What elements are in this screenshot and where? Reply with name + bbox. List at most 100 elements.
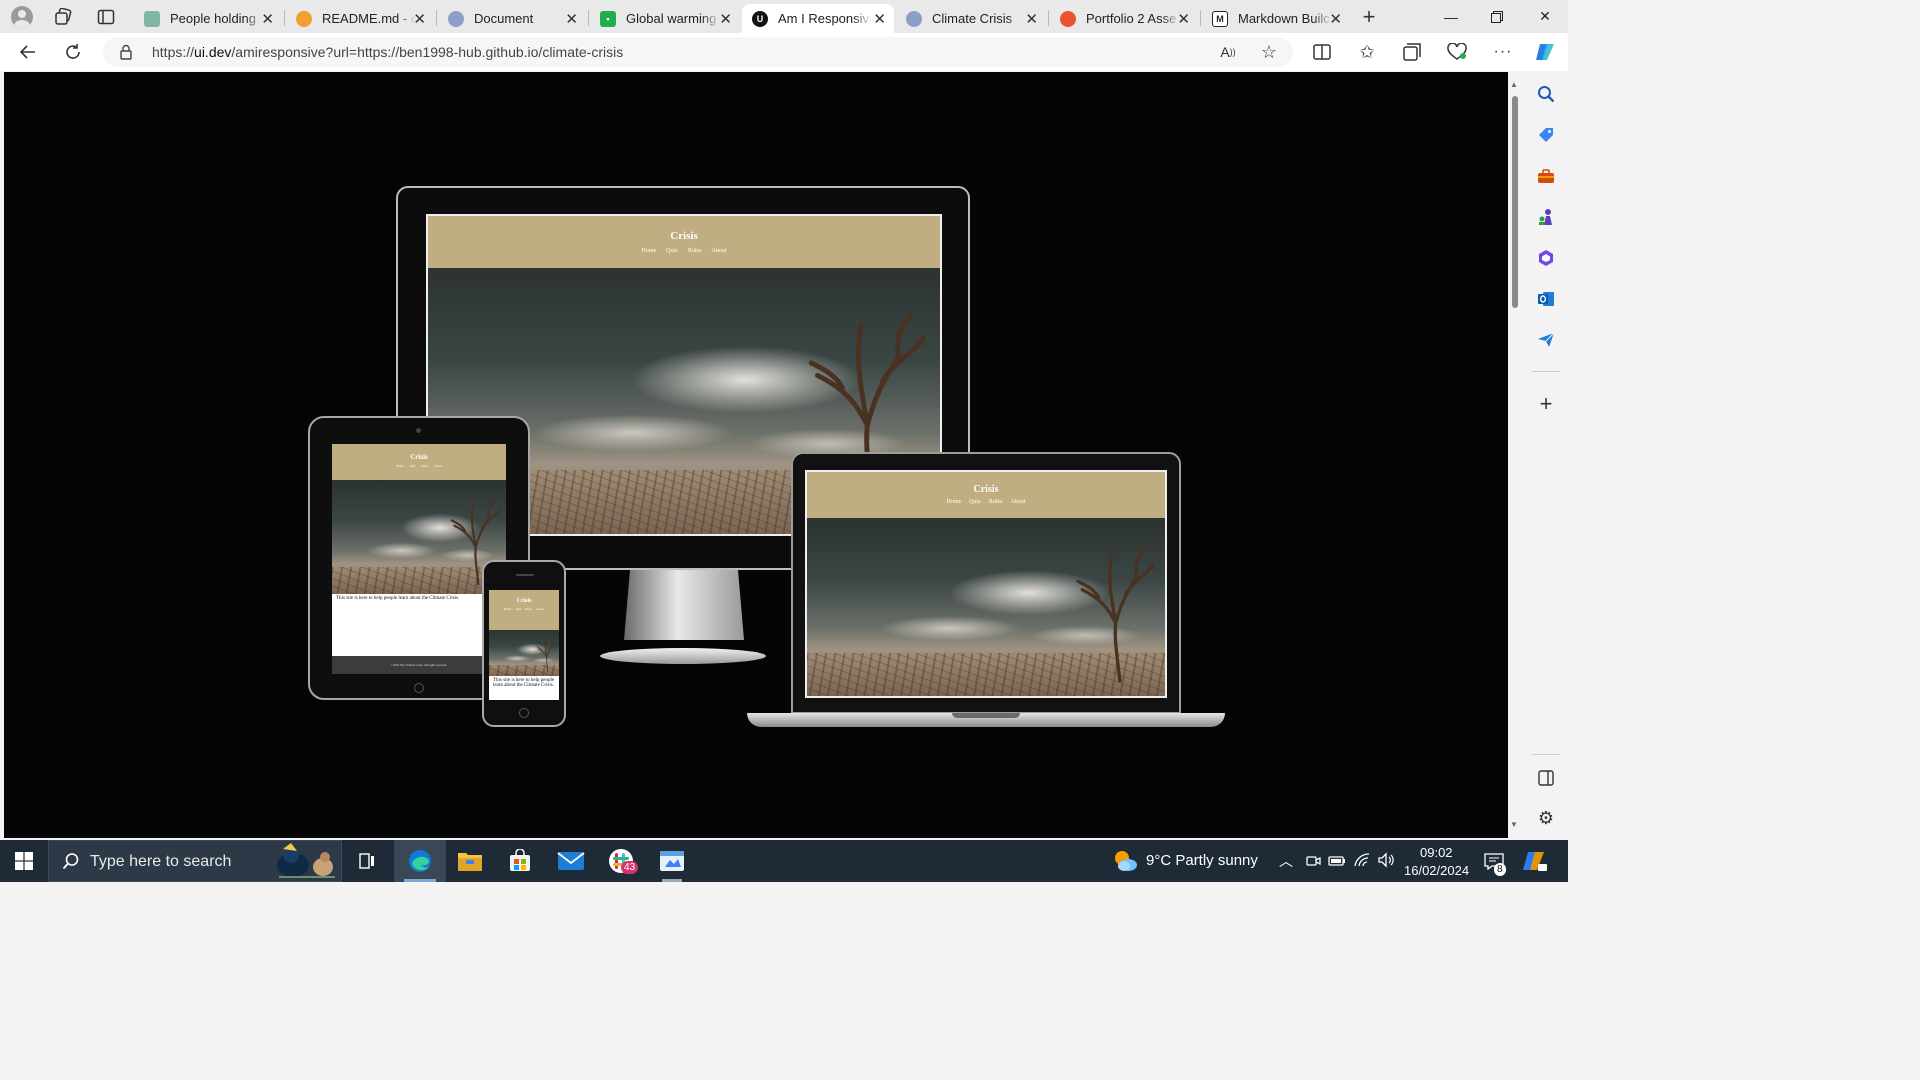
add-sidebar-item-icon[interactable]: + [1536,391,1556,416]
taskbar-edge-icon[interactable] [394,840,446,882]
phone-device: Crisis Home Quiz Rules About This site i… [482,560,566,727]
back-arrow-icon[interactable] [17,41,39,63]
new-tab-icon[interactable]: + [1358,4,1380,29]
tab-readme[interactable]: README.md - c ✕ [286,4,434,33]
monitor-base [600,648,766,664]
collections-icon[interactable] [1401,41,1423,63]
nav-rules[interactable]: Rules [688,248,702,254]
address-bar[interactable]: https://ui.dev/amiresponsive?url=https:/… [103,37,1293,67]
site-header: Crisis Home Quiz Rules About [807,472,1165,518]
scroll-up-icon[interactable]: ▲ [1510,80,1518,89]
nav-about[interactable]: About [712,248,727,254]
nav-rules[interactable]: Rules [421,464,428,468]
close-window-icon[interactable]: ✕ [1522,0,1568,33]
nav-home[interactable]: Home [396,464,403,468]
close-tab-icon[interactable]: ✕ [261,10,274,28]
show-hidden-icons-chevron-icon[interactable]: ︿ [1279,851,1293,871]
weather-partly-sunny-icon[interactable] [1112,848,1138,879]
tablet-site-preview[interactable]: Crisis Home Quiz Rules About This site i… [332,444,506,674]
minimize-icon[interactable]: — [1428,0,1474,33]
nav-home[interactable]: Home [504,607,511,611]
nav-quiz[interactable]: Quiz [969,499,981,505]
tab-favicon-icon: M [1212,10,1228,27]
volume-icon[interactable] [1377,852,1395,873]
restore-icon[interactable] [1474,0,1520,33]
send-drop-icon[interactable] [1536,330,1556,350]
outlook-icon[interactable] [1536,289,1556,309]
scroll-down-icon[interactable]: ▼ [1510,820,1518,829]
tab-markdown-builder[interactable]: M Markdown Builc ✕ [1202,4,1350,33]
battery-icon[interactable] [1328,853,1346,874]
task-view-icon[interactable] [343,840,391,882]
nav-about[interactable]: About [1011,499,1026,505]
nav-home[interactable]: Home [946,499,961,505]
read-aloud-icon[interactable]: A)) [1217,41,1239,63]
microsoft-store-icon[interactable] [496,840,544,882]
tab-people-holding[interactable]: People holding ✕ [134,4,282,33]
clock-time[interactable]: 09:02 [1420,845,1453,860]
scrollbar-thumb[interactable] [1512,96,1518,308]
tab-climate-crisis[interactable]: Climate Crisis ✕ [896,4,1046,33]
close-tab-icon[interactable]: ✕ [873,10,886,28]
nav-about[interactable]: About [536,607,544,611]
site-title: Crisis [410,453,428,461]
slack-badge: 43 [621,861,639,874]
close-tab-icon[interactable]: ✕ [1329,10,1342,28]
tab-actions-icon[interactable] [95,6,117,28]
laptop-base [747,713,1225,727]
close-tab-icon[interactable]: ✕ [413,10,426,28]
profile-avatar-icon[interactable] [8,4,36,30]
nav-quiz[interactable]: Quiz [410,464,416,468]
favorites-icon[interactable]: ✩ [1356,41,1378,63]
nav-rules[interactable]: Rules [525,607,532,611]
taskbar-search-box[interactable]: Type here to search [48,840,342,882]
wifi-icon[interactable] [1353,852,1371,873]
tools-toolbox-icon[interactable] [1536,166,1556,186]
nav-home[interactable]: Home [641,248,656,254]
slack-icon[interactable]: 43 [597,840,645,882]
file-explorer-icon[interactable] [446,840,494,882]
tab-document[interactable]: Document ✕ [438,4,586,33]
hero-image [489,630,559,676]
browser-essentials-icon[interactable] [1446,41,1468,63]
copilot-icon[interactable] [1534,41,1556,63]
weather-text[interactable]: 9°C Partly sunny [1146,852,1258,869]
nav-rules[interactable]: Rules [989,499,1003,505]
microsoft-365-icon[interactable] [1536,248,1556,268]
tablet-home-button-icon [414,683,424,693]
clock-date[interactable]: 16/02/2024 [1404,863,1469,878]
hide-sidebar-icon[interactable] [1536,768,1556,788]
nav-quiz[interactable]: Quiz [666,248,678,254]
tab-favicon-icon [906,10,922,27]
phone-site-preview[interactable]: Crisis Home Quiz Rules About This site i… [489,590,559,700]
split-screen-icon[interactable] [1311,41,1333,63]
paint-app-icon[interactable] [648,840,696,882]
tab-portfolio[interactable]: Portfolio 2 Asse ✕ [1050,4,1198,33]
close-tab-icon[interactable]: ✕ [1025,10,1038,28]
close-tab-icon[interactable]: ✕ [719,10,732,28]
meet-now-icon[interactable] [1305,853,1321,874]
shopping-tag-icon[interactable] [1536,125,1556,145]
copilot-taskbar-icon[interactable] [1522,849,1548,878]
favorite-star-icon[interactable]: ☆ [1258,41,1280,63]
refresh-icon[interactable] [62,41,84,63]
close-tab-icon[interactable]: ✕ [565,10,578,28]
games-chess-icon[interactable] [1536,207,1556,227]
monitor-stand [624,570,744,640]
search-icon[interactable] [1536,84,1556,104]
windows-start-icon[interactable] [0,840,48,882]
laptop-site-preview[interactable]: Crisis Home Quiz Rules About [805,470,1167,698]
tab-favicon-icon: ▪ [600,10,616,27]
settings-more-icon[interactable]: ··· [1492,41,1514,63]
page-scrollbar[interactable]: ▲ ▼ [1508,72,1522,838]
lock-icon[interactable] [119,44,133,65]
tab-global-warming[interactable]: ▪ Global warming ✕ [590,4,740,33]
nav-quiz[interactable]: Quiz [516,607,522,611]
nav-about[interactable]: About [434,464,442,468]
workspaces-icon[interactable] [52,6,74,28]
close-tab-icon[interactable]: ✕ [1177,10,1190,28]
mail-icon[interactable] [547,840,595,882]
tab-am-i-responsive[interactable]: U Am I Responsive ✕ [742,4,894,33]
sidebar-settings-gear-icon[interactable]: ⚙ [1536,808,1556,828]
url-text: https://ui.dev/amiresponsive?url=https:/… [152,44,624,60]
